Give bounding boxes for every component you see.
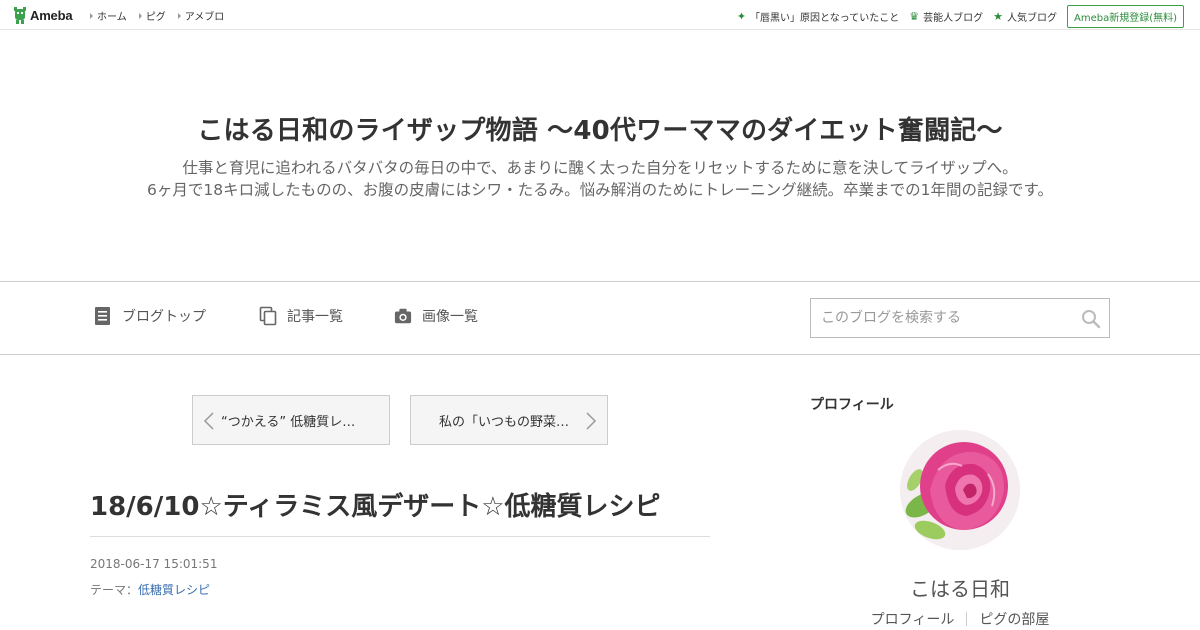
entry-theme-link[interactable]: 低糖質レシピ [138, 583, 210, 597]
profile-name[interactable]: こはる日和 [810, 573, 1110, 602]
blog-description-line1: 仕事と育児に追われるバタバタの毎日の中で、あまりに醜く太った自分をリセットするた… [182, 159, 1018, 177]
nav-pigg-label: ピグ [145, 12, 166, 23]
next-entry-label: 私の「いつもの野菜… [439, 414, 570, 430]
nav-ameblo-label: アメブロ [184, 12, 225, 23]
blog-nav: ブログトップ 記事一覧 画像一覧 [0, 282, 1200, 355]
trending-label: 「唇黒い」原因となっていたこと [750, 13, 900, 24]
nav-image-list[interactable]: 画像一覧 [394, 306, 478, 326]
nav-image-list-label: 画像一覧 [422, 309, 478, 325]
global-nav: ホーム ピグ アメブロ [90, 8, 236, 23]
search-icon[interactable] [1081, 309, 1101, 329]
prev-entry-button[interactable]: “つかえる” 低糖質レ… [192, 395, 390, 445]
entry-divider [90, 536, 710, 537]
ameba-logo[interactable]: Ameba [12, 6, 73, 24]
entry-theme: テーマ：低糖質レシピ [90, 581, 210, 598]
nav-entry-list[interactable]: 記事一覧 [259, 306, 343, 326]
ameba-mascot-icon [14, 6, 26, 24]
blog-description: 仕事と育児に追われるバタバタの毎日の中で、あまりに醜く太った自分をリセットするた… [0, 157, 1200, 201]
next-entry-button[interactable]: 私の「いつもの野菜… [410, 395, 608, 445]
header-right: ✦ 「唇黒い」原因となっていたこと ♛ 芸能人ブログ ★ 人気ブログ Ameba新規登… [737, 5, 1184, 28]
camera-icon [394, 308, 412, 324]
celebrity-blog-link[interactable]: ♛ 芸能人ブログ [909, 9, 983, 24]
profile-link[interactable]: プロフィール [871, 609, 955, 629]
document-icon [95, 307, 110, 325]
nav-entry-list-label: 記事一覧 [287, 309, 343, 325]
triangle-icon [90, 12, 93, 19]
search-input[interactable] [811, 299, 1071, 337]
celebrity-blog-label: 芸能人ブログ [923, 13, 984, 24]
popular-blog-label: 人気ブログ [1006, 13, 1057, 24]
logo-text: Ameba [30, 7, 73, 23]
pigg-room-link[interactable]: ピグの部屋 [979, 609, 1049, 629]
entry-theme-label: テーマ： [90, 583, 139, 597]
entry-date: 2018-06-17 15:01:51 [90, 557, 218, 571]
crown-icon: ♛ [909, 10, 920, 23]
star-icon: ★ [993, 10, 1003, 23]
copy-icon [259, 306, 277, 326]
popular-blog-link[interactable]: ★ 人気ブログ [993, 9, 1057, 24]
nav-home-label: ホーム [97, 12, 127, 23]
nav-blog-top[interactable]: ブログトップ [94, 306, 206, 326]
prev-entry-label: “つかえる” 低糖質レ… [221, 414, 356, 430]
chevron-right-icon [586, 412, 597, 430]
nav-ameblo-link[interactable]: アメブロ [177, 8, 225, 23]
nav-blog-top-label: ブログトップ [122, 309, 206, 325]
profile-links: プロフィール ピグの部屋 [810, 609, 1110, 629]
link-separator [966, 612, 968, 626]
nav-pigg-link[interactable]: ピグ [138, 8, 166, 23]
blog-search [810, 298, 1110, 338]
triangle-icon [138, 12, 142, 19]
sparkle-icon: ✦ [736, 10, 747, 23]
chevron-left-icon [203, 412, 214, 430]
profile-heading: プロフィール [810, 397, 894, 413]
blog-title[interactable]: こはる日和のライザップ物語 〜40代ワーママのダイエット奮闘記〜 [0, 110, 1200, 147]
blog-header: こはる日和のライザップ物語 〜40代ワーママのダイエット奮闘記〜 仕事と育児に追… [0, 30, 1200, 282]
entry-title[interactable]: 18/6/10☆ティラミス風デザート☆低糖質レシピ [90, 486, 710, 523]
triangle-icon [177, 12, 181, 19]
signup-button[interactable]: Ameba新規登録(無料) [1066, 5, 1184, 28]
trending-link[interactable]: ✦ 「唇黒い」原因となっていたこと [737, 9, 899, 24]
nav-home-link[interactable]: ホーム [90, 8, 127, 23]
global-header: Ameba ホーム ピグ アメブロ ✦ 「唇黒い」原因となっていたこと ♛ 芸能人ブ… [0, 0, 1200, 30]
rose-image [900, 430, 1020, 550]
avatar[interactable] [900, 430, 1020, 550]
blog-description-line2: 6ヶ月で18キロ減したものの、お腹の皮膚にはシワ・たるみ。悩み解消のためにトレー… [147, 181, 1053, 199]
